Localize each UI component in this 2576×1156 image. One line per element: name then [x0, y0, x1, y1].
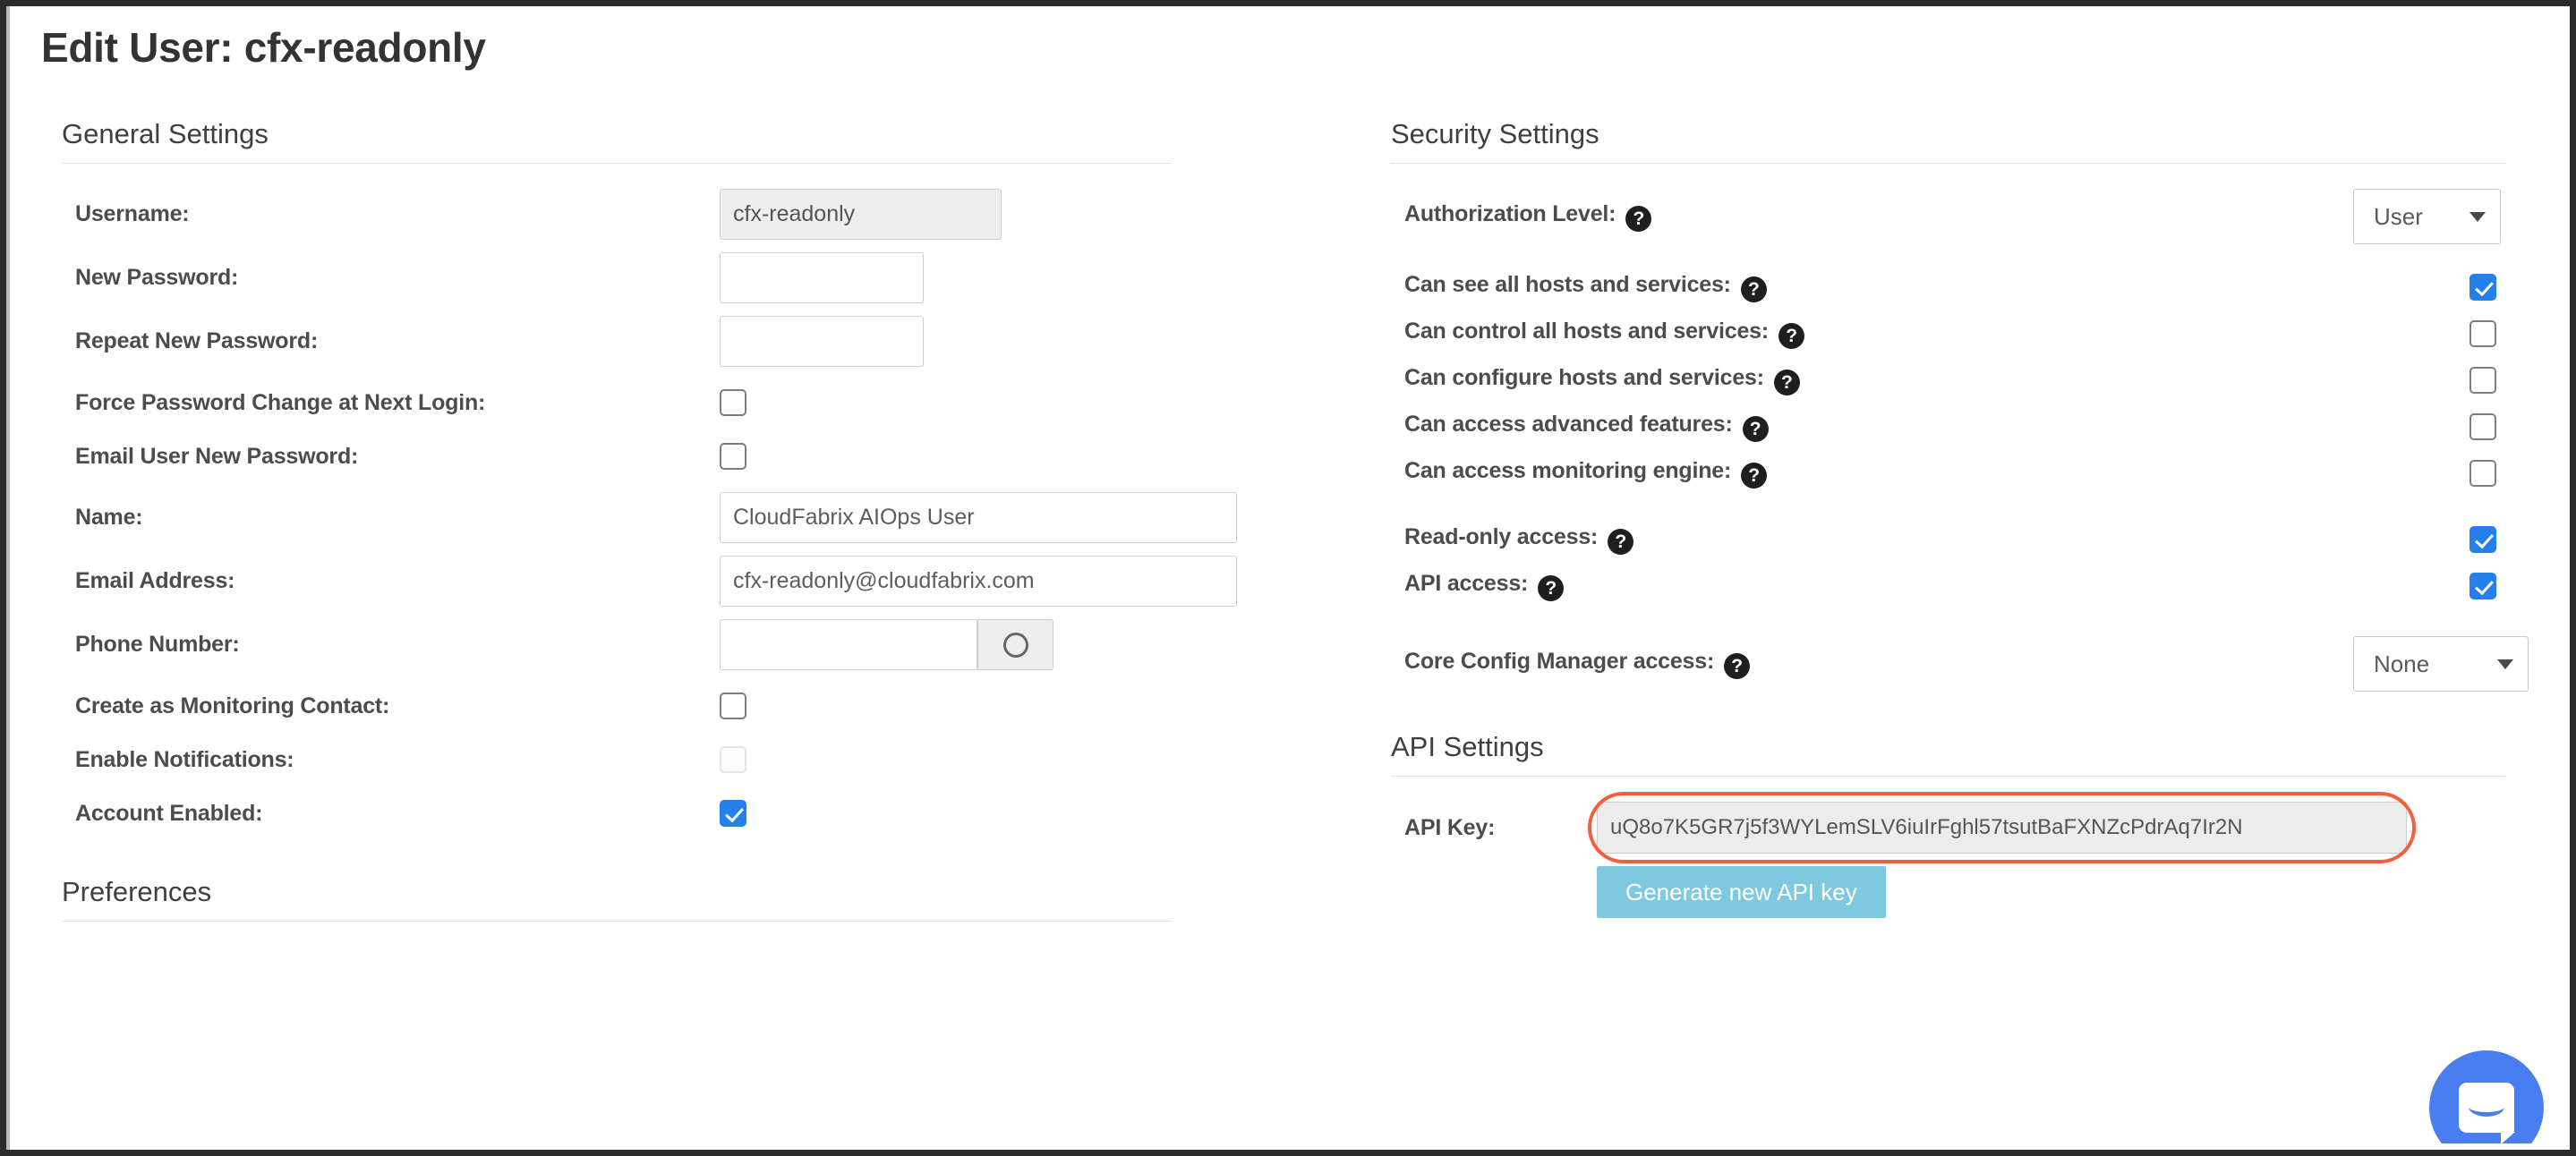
circle-icon	[1003, 633, 1028, 658]
new-password-row: New Password:	[62, 252, 1176, 303]
email-address-input[interactable]	[720, 556, 1237, 607]
phone-input-group	[720, 619, 1053, 670]
generate-new-api-key-button[interactable]: Generate new API key	[1597, 866, 1886, 918]
security-settings-heading: Security Settings	[1391, 118, 2510, 163]
can-configure-hosts-checkbox[interactable]	[2469, 367, 2496, 394]
can-control-all-hosts-help-icon[interactable]: ?	[1778, 323, 1804, 349]
general-settings-heading: General Settings	[62, 118, 1176, 163]
chat-bubble-icon	[2459, 1083, 2514, 1133]
name-label: Name:	[62, 505, 720, 531]
general-settings-column: General Settings Username: New Password:…	[62, 118, 1176, 927]
api-access-checkbox[interactable]	[2469, 573, 2496, 599]
preferences-divider	[62, 921, 1172, 922]
can-access-monitoring-engine-label: Can access monitoring engine:	[1404, 458, 1731, 483]
api-access-help-icon[interactable]: ?	[1538, 575, 1564, 601]
api-access-row: API access:?	[1391, 563, 2510, 609]
can-access-advanced-features-label: Can access advanced features:	[1404, 412, 1733, 437]
general-settings-divider	[62, 163, 1172, 164]
core-config-manager-select[interactable]: None	[2353, 636, 2529, 692]
preferences-heading: Preferences	[62, 876, 1176, 921]
can-see-all-hosts-row: Can see all hosts and services:?	[1391, 264, 2510, 310]
can-access-monitoring-engine-row: Can access monitoring engine:?	[1391, 450, 2510, 497]
security-settings-divider	[1391, 163, 2505, 164]
new-password-input[interactable]	[720, 252, 924, 303]
new-password-label: New Password:	[62, 265, 720, 291]
phone-number-row: Phone Number:	[62, 619, 1176, 670]
chevron-down-icon	[2469, 212, 2486, 222]
read-only-access-checkbox[interactable]	[2469, 526, 2496, 553]
authorization-level-label-wrap: Authorization Level:?	[1391, 201, 2353, 232]
can-access-advanced-features-help-icon[interactable]: ?	[1743, 416, 1769, 442]
monitoring-contact-label: Create as Monitoring Contact:	[62, 693, 720, 719]
can-see-all-hosts-checkbox[interactable]	[2469, 274, 2496, 301]
core-config-manager-label: Core Config Manager access:	[1404, 649, 1714, 674]
force-password-change-label: Force Password Change at Next Login:	[62, 390, 720, 416]
browser-frame: Edit User: cfx-readonly General Settings…	[0, 0, 2576, 1156]
can-configure-hosts-row: Can configure hosts and services:?	[1391, 357, 2510, 404]
email-new-password-label: Email User New Password:	[62, 444, 720, 470]
can-see-all-hosts-help-icon[interactable]: ?	[1741, 276, 1767, 302]
can-control-all-hosts-label: Can control all hosts and services:	[1404, 319, 1769, 344]
can-control-all-hosts-checkbox[interactable]	[2469, 320, 2496, 347]
authorization-level-label: Authorization Level:	[1404, 201, 1616, 226]
repeat-password-label: Repeat New Password:	[62, 328, 720, 354]
email-address-label: Email Address:	[62, 568, 720, 594]
force-password-change-row: Force Password Change at Next Login:	[62, 379, 1176, 426]
force-password-change-checkbox[interactable]	[720, 389, 746, 416]
can-see-all-hosts-label: Can see all hosts and services:	[1404, 272, 1731, 297]
email-new-password-row: Email User New Password:	[62, 433, 1176, 480]
core-config-manager-help-icon[interactable]: ?	[1724, 653, 1750, 679]
api-key-label: API Key:	[1391, 815, 1597, 841]
read-only-access-row: Read-only access:?	[1391, 516, 2510, 563]
name-input[interactable]	[720, 492, 1237, 543]
email-address-row: Email Address:	[62, 556, 1176, 607]
generate-api-key-row: Generate new API key	[1391, 866, 2510, 918]
can-access-advanced-features-row: Can access advanced features:?	[1391, 404, 2510, 450]
account-enabled-row: Account Enabled:	[62, 790, 1176, 837]
email-new-password-checkbox[interactable]	[720, 443, 746, 470]
authorization-level-help-icon[interactable]: ?	[1625, 206, 1651, 232]
monitoring-contact-row: Create as Monitoring Contact:	[62, 683, 1176, 729]
enable-notifications-row: Enable Notifications:	[62, 736, 1176, 783]
can-access-advanced-features-checkbox[interactable]	[2469, 413, 2496, 440]
repeat-password-input[interactable]	[720, 316, 924, 367]
api-key-input[interactable]	[1597, 802, 2407, 854]
api-settings-heading: API Settings	[1391, 731, 2510, 776]
can-control-all-hosts-row: Can control all hosts and services:?	[1391, 310, 2510, 357]
monitoring-contact-checkbox[interactable]	[720, 693, 746, 719]
core-config-manager-row: Core Config Manager access:? None	[1391, 636, 2510, 692]
edit-user-page: Edit User: cfx-readonly General Settings…	[13, 13, 2563, 1143]
page-title: Edit User: cfx-readonly	[41, 23, 486, 72]
read-only-access-label: Read-only access:	[1404, 524, 1598, 549]
phone-number-label: Phone Number:	[62, 632, 720, 658]
name-row: Name:	[62, 492, 1176, 543]
can-configure-hosts-label: Can configure hosts and services:	[1404, 365, 1764, 390]
api-settings-divider	[1391, 776, 2505, 777]
can-access-monitoring-engine-checkbox[interactable]	[2469, 460, 2496, 487]
authorization-level-row: Authorization Level:? User	[1391, 189, 2510, 244]
enable-notifications-label: Enable Notifications:	[62, 747, 720, 773]
core-config-manager-value: None	[2374, 650, 2429, 678]
can-configure-hosts-help-icon[interactable]: ?	[1774, 370, 1800, 395]
api-key-field-group	[1597, 802, 2407, 854]
chat-launcher-button[interactable]	[2429, 1050, 2544, 1143]
read-only-access-help-icon[interactable]: ?	[1608, 529, 1633, 555]
account-enabled-checkbox[interactable]	[720, 800, 746, 827]
chevron-down-icon	[2497, 659, 2513, 669]
phone-number-input[interactable]	[720, 619, 977, 670]
enable-notifications-checkbox	[720, 746, 746, 773]
repeat-password-row: Repeat New Password:	[62, 316, 1176, 367]
account-enabled-label: Account Enabled:	[62, 801, 720, 827]
smile-icon	[2469, 1099, 2504, 1117]
api-access-label: API access:	[1404, 571, 1528, 596]
can-access-monitoring-engine-help-icon[interactable]: ?	[1741, 463, 1767, 489]
username-input[interactable]	[720, 189, 1002, 240]
security-settings-column: Security Settings Authorization Level:? …	[1391, 118, 2510, 918]
authorization-level-select[interactable]: User	[2353, 189, 2501, 244]
username-row: Username:	[62, 189, 1176, 240]
api-key-row: API Key:	[1391, 802, 2510, 854]
phone-country-selector[interactable]	[977, 619, 1053, 670]
authorization-level-value: User	[2374, 203, 2423, 231]
username-label: Username:	[62, 201, 720, 227]
